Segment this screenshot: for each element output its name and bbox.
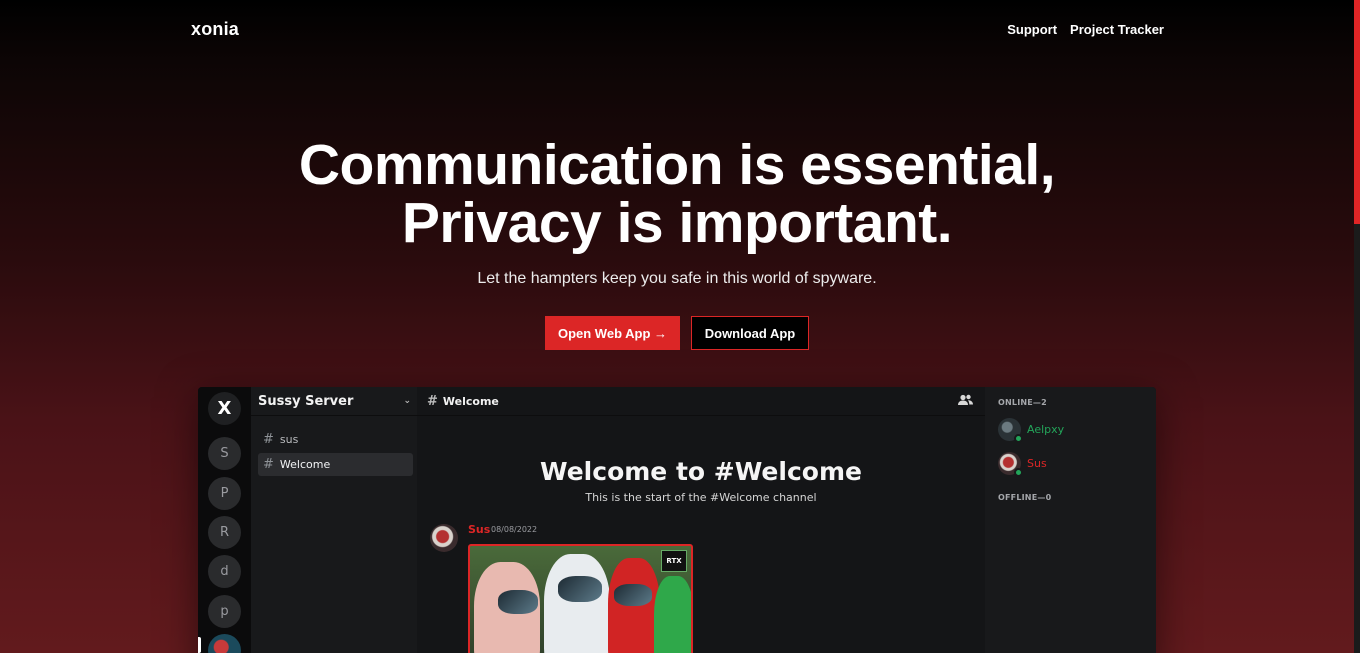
chat-header: # Welcome <box>417 387 985 416</box>
open-web-app-button[interactable]: Open Web App → <box>545 316 680 350</box>
cta-buttons: Open Web App → Download App <box>545 316 809 350</box>
channel-label: sus <box>279 433 299 446</box>
member-list: ONLINE—2 Aelpxy Sus OFFLINE—0 <box>985 387 1156 653</box>
member-name: Aelpxy <box>1027 423 1065 436</box>
server-icon-p[interactable]: P <box>208 477 241 510</box>
brand-logo[interactable]: xonia <box>191 19 239 40</box>
server-icon-d[interactable]: d <box>208 555 241 588</box>
hash-icon: # <box>263 432 274 447</box>
channel-item-sus[interactable]: # sus <box>258 428 413 451</box>
member-item-sus[interactable]: Sus <box>998 452 1047 477</box>
member-name: Sus <box>1027 457 1047 470</box>
active-server-indicator <box>198 637 201 653</box>
server-icon-p-lower[interactable]: p <box>208 595 241 628</box>
channel-item-welcome[interactable]: # Welcome <box>258 453 413 476</box>
chevron-down-icon[interactable]: ⌄ <box>403 396 411 406</box>
app-preview: X S P R d p Sussy Server ⌄ # sus # Welco… <box>198 387 1156 653</box>
chat-channel-title: # Welcome <box>427 394 499 409</box>
online-header: ONLINE—2 <box>998 398 1047 407</box>
top-nav: xonia Support Project Tracker <box>191 0 1164 58</box>
nav-links: Support Project Tracker <box>1007 22 1164 37</box>
server-rail: X S P R d p <box>198 387 251 653</box>
visor-shape <box>498 590 538 614</box>
server-header[interactable]: Sussy Server ⌄ <box>251 387 417 416</box>
hash-icon: # <box>263 457 274 472</box>
channel-sidebar: Sussy Server ⌄ # sus # Welcome <box>251 387 417 653</box>
message-author-avatar[interactable] <box>430 524 458 552</box>
hero-subtitle: Let the hampters keep you safe in this w… <box>477 270 877 287</box>
visor-shape <box>614 584 652 606</box>
avatar <box>998 452 1023 477</box>
online-status-icon <box>1014 468 1023 477</box>
message-timestamp: 08/08/2022 <box>491 525 538 534</box>
nav-support-link[interactable]: Support <box>1007 22 1057 37</box>
message-author[interactable]: Sus <box>468 523 490 536</box>
welcome-subtitle: This is the start of the #Welcome channe… <box>585 491 817 504</box>
hash-icon: # <box>427 393 438 409</box>
chat-channel-name: Welcome <box>442 394 499 408</box>
welcome-title: Welcome to #Welcome <box>540 457 862 486</box>
hero-title-line-1: Communication is essential, <box>298 133 1056 197</box>
avatar <box>998 418 1023 443</box>
online-status-icon <box>1014 434 1023 443</box>
member-item-aelpxy[interactable]: Aelpxy <box>998 418 1065 443</box>
home-server-icon[interactable]: X <box>208 392 241 425</box>
offline-header: OFFLINE—0 <box>998 493 1052 502</box>
rtx-badge-icon: RTX <box>661 550 687 572</box>
hero-title: Communication is essential, Privacy is i… <box>0 136 1354 252</box>
visor-shape <box>558 576 602 602</box>
hero-title-line-2: Privacy is important. <box>401 191 953 255</box>
white-figure <box>544 554 610 653</box>
nav-project-tracker-link[interactable]: Project Tracker <box>1070 22 1164 37</box>
server-icon-r[interactable]: R <box>208 516 241 549</box>
green-figure <box>654 576 691 653</box>
members-toggle-icon[interactable] <box>958 394 973 409</box>
chat-area: # Welcome Welcome to #Welcome This is the… <box>417 387 985 653</box>
page-scrollbar-thumb[interactable] <box>1354 0 1360 224</box>
sussy-server-avatar-icon[interactable] <box>208 634 241 653</box>
download-app-button[interactable]: Download App <box>691 316 809 350</box>
server-name: Sussy Server <box>258 393 354 409</box>
channel-label: Welcome <box>279 458 331 471</box>
message-image-attachment[interactable]: RTX <box>468 544 693 653</box>
server-icon-s[interactable]: S <box>208 437 241 470</box>
